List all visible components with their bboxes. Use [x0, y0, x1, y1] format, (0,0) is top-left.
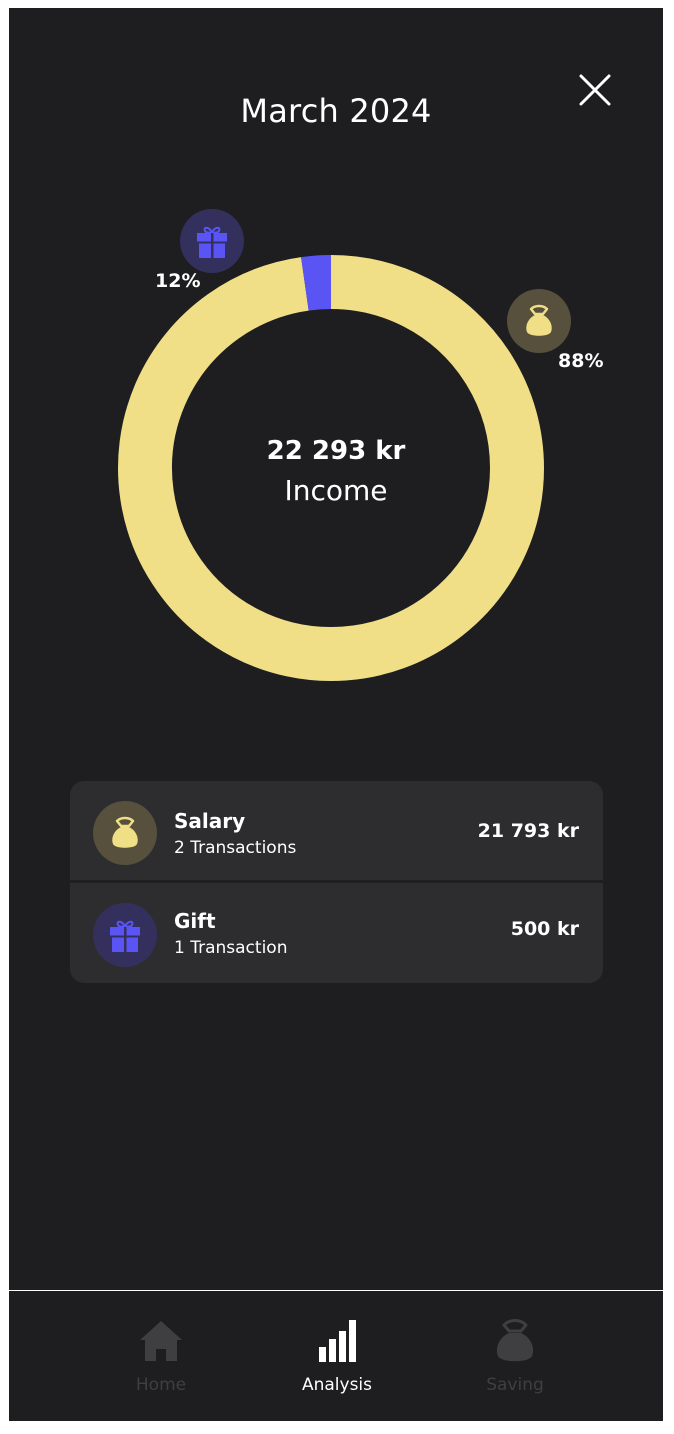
transaction-count: 1 Transaction [174, 938, 288, 958]
category-row-salary[interactable]: Salary 2 Transactions 21 793 kr [70, 781, 603, 881]
nav-label-saving: Saving [486, 1375, 544, 1395]
category-amount: 500 kr [510, 918, 579, 940]
donut-slice-salary [118, 255, 544, 681]
salary-percent-label: 88% [558, 350, 604, 372]
transaction-count: 2 Transactions [174, 838, 297, 858]
category-name: Salary [174, 809, 246, 833]
gift-slice-badge [180, 209, 244, 273]
nav-label-home: Home [135, 1375, 187, 1395]
home-icon [140, 1321, 182, 1361]
money-bag-icon [496, 1319, 534, 1362]
bottom-nav: Home Analysis Saving [9, 1291, 663, 1421]
total-income-amount: 22 293 kr [266, 436, 406, 466]
category-breakdown-card: Salary 2 Transactions 21 793 kr Gift 1 T… [70, 781, 603, 983]
bar-chart-icon [319, 1320, 356, 1362]
nav-item-home[interactable]: Home [86, 1319, 236, 1395]
money-bag-icon [526, 304, 552, 336]
salary-row-icon-wrap [93, 801, 157, 865]
gift-row-icon-wrap [93, 903, 157, 967]
category-row-gift[interactable]: Gift 1 Transaction 500 kr [70, 883, 603, 983]
donut-slice-gift [301, 255, 332, 311]
category-amount: 21 793 kr [477, 820, 579, 842]
gift-icon [197, 226, 227, 258]
nav-item-analysis[interactable]: Analysis [262, 1319, 412, 1395]
total-income-label: Income [284, 474, 388, 507]
category-name: Gift [174, 909, 216, 933]
nav-item-saving[interactable]: Saving [440, 1319, 590, 1395]
nav-label-analysis: Analysis [301, 1375, 373, 1395]
income-donut-chart [118, 255, 544, 681]
gift-percent-label: 12% [155, 270, 201, 292]
money-bag-icon [112, 816, 138, 848]
gift-icon [110, 920, 140, 952]
analysis-screen: March 2024 22 293 kr Income 12% 88% Sala… [9, 8, 663, 1421]
salary-slice-badge [507, 289, 571, 353]
